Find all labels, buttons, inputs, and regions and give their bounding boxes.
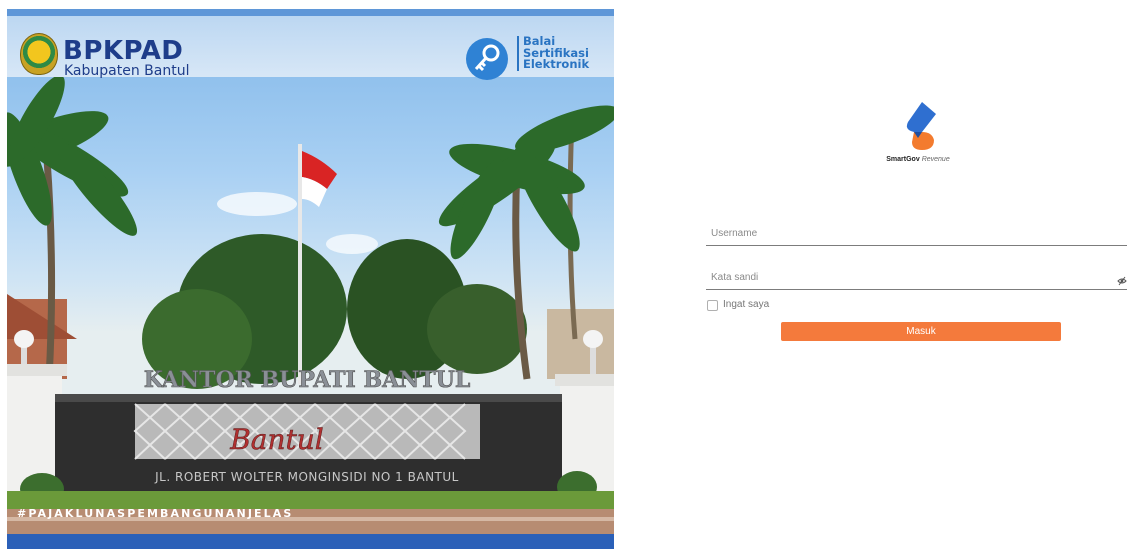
key-icon xyxy=(466,38,508,80)
eye-slash-icon[interactable] xyxy=(1117,276,1127,286)
hero-header-bar: BPKPAD Kabupaten Bantul Balai Sertifikas… xyxy=(7,9,614,80)
bantul-emblem-icon xyxy=(20,33,58,75)
bottom-band xyxy=(7,534,614,549)
city-script-text: Bantul xyxy=(229,423,324,456)
brand-name: SmartGov Revenue xyxy=(878,156,958,163)
address-sign-text: JL. ROBERT WOLTER MONGINSIDI NO 1 BANTUL xyxy=(154,470,459,484)
password-input[interactable] xyxy=(706,266,1127,290)
brand-name-italic: Revenue xyxy=(921,156,950,163)
partner-line: Elektronik xyxy=(523,57,590,71)
org-title: BPKPAD xyxy=(63,36,184,66)
campaign-hashtag: #PAJAKLUNASPEMBANGUNANJELAS xyxy=(17,507,294,520)
partner-name: Balai Sertifikasi Elektronik xyxy=(517,35,593,71)
office-scene-illustration: KANTOR BUPATI BANTUL Bantul JL. ROBERT W… xyxy=(7,75,614,534)
brand-name-bold: SmartGov xyxy=(886,156,920,163)
login-button[interactable]: Masuk xyxy=(781,322,1061,341)
smartgov-logo-icon xyxy=(906,102,936,150)
hero-banner: KANTOR BUPATI BANTUL Bantul JL. ROBERT W… xyxy=(7,9,614,549)
remember-checkbox[interactable] xyxy=(707,300,718,311)
remember-label: Ingat saya xyxy=(723,299,770,310)
org-subtitle: Kabupaten Bantul xyxy=(64,63,190,79)
username-input[interactable] xyxy=(706,222,1127,246)
building-sign-text: KANTOR BUPATI BANTUL xyxy=(144,367,471,393)
